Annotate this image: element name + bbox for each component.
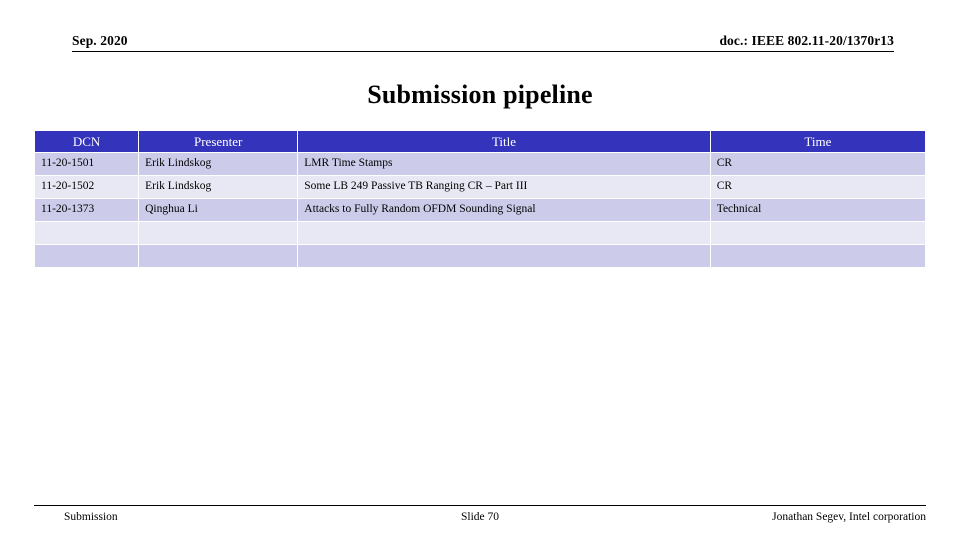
table-row-empty[interactable] [35, 245, 925, 267]
cell-title: Some LB 249 Passive TB Ranging CR – Part… [298, 176, 710, 198]
footer-author: Jonathan Segev, Intel corporation [772, 511, 926, 523]
column-header-dcn: DCN [35, 131, 139, 152]
cell-title [298, 245, 710, 267]
cell-title: Attacks to Fully Random OFDM Sounding Si… [298, 199, 710, 221]
table-row[interactable]: 11-20-1373 Qinghua Li Attacks to Fully R… [35, 199, 925, 221]
cell-dcn: 11-20-1373 [35, 199, 139, 221]
table-row[interactable]: 11-20-1501 Erik Lindskog LMR Time Stamps… [35, 153, 925, 175]
slide-footer: Submission Slide 70 Jonathan Segev, Inte… [34, 505, 926, 531]
slide-header: Sep. 2020 doc.: IEEE 802.11-20/1370r13 [72, 28, 894, 52]
cell-dcn: 11-20-1502 [35, 176, 139, 198]
header-doc-id: doc.: IEEE 802.11-20/1370r13 [719, 33, 894, 48]
header-rule [72, 51, 894, 52]
column-header-presenter: Presenter [139, 131, 298, 152]
cell-dcn [35, 222, 139, 244]
cell-title [298, 222, 710, 244]
cell-time: Technical [710, 199, 925, 221]
cell-time [710, 222, 925, 244]
table-row[interactable]: 11-20-1502 Erik Lindskog Some LB 249 Pas… [35, 176, 925, 198]
column-header-time: Time [710, 131, 925, 152]
table-row-empty[interactable] [35, 222, 925, 244]
page-title: Submission pipeline [367, 80, 593, 109]
cell-title: LMR Time Stamps [298, 153, 710, 175]
cell-presenter: Erik Lindskog [139, 176, 298, 198]
footer-rule [34, 505, 926, 506]
header-date: Sep. 2020 [72, 33, 128, 48]
cell-time: CR [710, 176, 925, 198]
cell-dcn [35, 245, 139, 267]
column-header-title: Title [298, 131, 710, 152]
cell-time: CR [710, 153, 925, 175]
table-header-row: DCN Presenter Title Time [35, 131, 925, 152]
table-body: 11-20-1501 Erik Lindskog LMR Time Stamps… [35, 153, 925, 267]
cell-presenter: Erik Lindskog [139, 153, 298, 175]
cell-presenter [139, 222, 298, 244]
cell-dcn: 11-20-1501 [35, 153, 139, 175]
submission-pipeline-table: DCN Presenter Title Time 11-20-1501 Erik… [34, 130, 926, 268]
cell-time [710, 245, 925, 267]
cell-presenter [139, 245, 298, 267]
cell-presenter: Qinghua Li [139, 199, 298, 221]
